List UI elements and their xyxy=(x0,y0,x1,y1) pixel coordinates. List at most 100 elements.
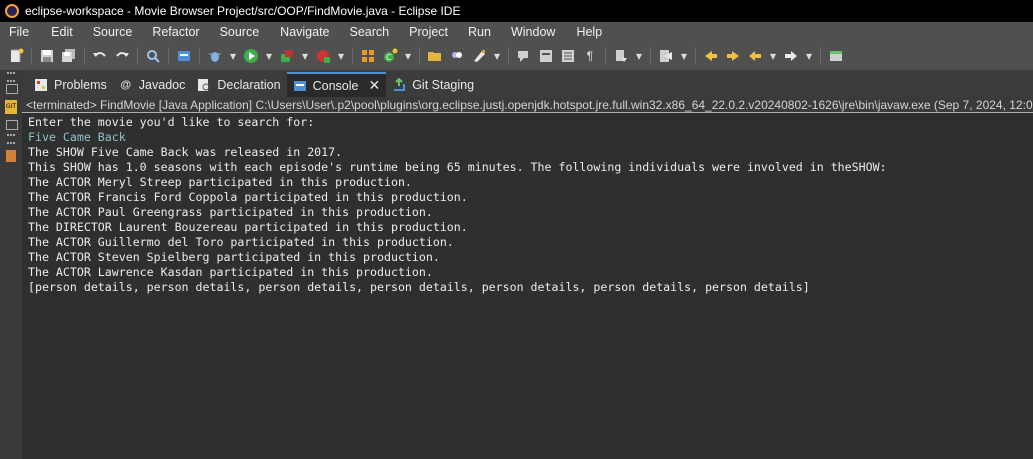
drag-handle-icon[interactable] xyxy=(7,72,15,82)
bottom-panel-tabs: Problems @ Javadoc Declaration Console ✕… xyxy=(22,70,1033,97)
package-icon[interactable] xyxy=(360,48,376,64)
pilcrow-icon[interactable]: ¶ xyxy=(582,48,598,64)
tab-label: Console xyxy=(312,78,359,93)
redo-icon[interactable] xyxy=(114,48,130,64)
toolbar-separator xyxy=(820,47,821,65)
javadoc-icon: @ xyxy=(120,78,132,91)
chevron-down-icon[interactable]: ▾ xyxy=(635,48,643,64)
toolbar-separator xyxy=(168,47,169,65)
tab-problems[interactable]: Problems xyxy=(28,72,113,97)
menu-run[interactable]: Run xyxy=(468,25,491,39)
console-output[interactable]: Enter the movie you'd like to search for… xyxy=(22,114,1033,459)
close-icon[interactable]: ✕ xyxy=(368,77,380,94)
console-line: The SHOW Five Came Back was released in … xyxy=(28,145,343,159)
toolbar-separator xyxy=(84,47,85,65)
tab-console[interactable]: Console ✕ xyxy=(286,72,387,97)
left-trim-bar: GIT xyxy=(0,70,22,459)
toolbar-separator xyxy=(508,47,509,65)
console-line: The ACTOR Meryl Streep participated in t… xyxy=(28,175,412,189)
drag-handle-icon-2[interactable] xyxy=(7,134,15,144)
chevron-down-icon[interactable]: ▾ xyxy=(265,48,273,64)
toolbar-separator xyxy=(199,47,200,65)
restore-icon[interactable] xyxy=(6,84,18,94)
save-icon[interactable] xyxy=(39,48,55,64)
annotation-icon[interactable] xyxy=(516,48,532,64)
terminal-icon[interactable] xyxy=(828,48,844,64)
menu-edit[interactable]: Edit xyxy=(51,25,73,39)
tab-javadoc[interactable]: @ Javadoc xyxy=(113,72,192,97)
restore-icon-2[interactable] xyxy=(6,120,18,130)
next-annotation-icon[interactable] xyxy=(613,48,629,64)
coverage-icon[interactable] xyxy=(279,48,295,64)
toolbar-separator xyxy=(695,47,696,65)
chevron-down-icon[interactable]: ▾ xyxy=(229,48,237,64)
console-prompt: Enter the movie you'd like to search for… xyxy=(28,115,315,129)
brush-icon[interactable] xyxy=(471,48,487,64)
console-line: The DIRECTOR Laurent Bouzereau participa… xyxy=(28,220,468,234)
git-staging-icon xyxy=(392,77,406,92)
chevron-down-icon[interactable]: ▾ xyxy=(680,48,688,64)
svg-text:C: C xyxy=(386,53,392,62)
menu-source[interactable]: Source xyxy=(93,25,133,39)
tab-label: Javadoc xyxy=(138,77,186,92)
menu-bar: File Edit Source Refactor Source Navigat… xyxy=(0,22,1033,42)
back-icon[interactable] xyxy=(747,48,763,64)
toolbar-separator xyxy=(605,47,606,65)
console-line: [person details, person details, person … xyxy=(28,280,810,294)
tab-git-staging[interactable]: Git Staging xyxy=(386,72,480,97)
console-view-icon[interactable] xyxy=(176,48,192,64)
next-annotation-2-icon[interactable] xyxy=(725,48,741,64)
console-input[interactable]: Five Came Back xyxy=(28,130,126,144)
menu-refactor[interactable]: Refactor xyxy=(152,25,199,39)
chevron-down-icon[interactable]: ▾ xyxy=(493,48,501,64)
tab-label: Declaration xyxy=(217,77,281,92)
console-line: The ACTOR Steven Spielberg participated … xyxy=(28,250,440,264)
toolbar-separator xyxy=(137,47,138,65)
tab-declaration[interactable]: Declaration xyxy=(191,72,286,97)
toolbar-separator xyxy=(419,47,420,65)
prev-annotation-icon[interactable] xyxy=(703,48,719,64)
chevron-down-icon[interactable]: ▾ xyxy=(404,48,412,64)
stop-icon[interactable] xyxy=(315,48,331,64)
toolbar-separator xyxy=(31,47,32,65)
tab-label: Git Staging xyxy=(412,77,475,92)
declaration-icon xyxy=(197,78,211,92)
tab-label: Problems xyxy=(54,77,107,92)
outline-icon[interactable] xyxy=(6,150,16,162)
undo-icon[interactable] xyxy=(92,48,108,64)
menu-file[interactable]: File xyxy=(9,25,29,39)
toolbar-separator xyxy=(650,47,651,65)
open-type-icon[interactable] xyxy=(449,48,465,64)
chevron-down-icon[interactable]: ▾ xyxy=(301,48,309,64)
new-icon[interactable] xyxy=(8,48,24,64)
menu-source-2[interactable]: Source xyxy=(220,25,260,39)
console-line: The ACTOR Paul Greengrass participated i… xyxy=(28,205,433,219)
window-title: eclipse-workspace - Movie Browser Projec… xyxy=(25,4,461,18)
menu-window[interactable]: Window xyxy=(511,25,555,39)
console-status-line: <terminated> FindMovie [Java Application… xyxy=(22,97,1033,113)
forward-icon[interactable] xyxy=(783,48,799,64)
chevron-down-icon[interactable]: ▾ xyxy=(769,48,777,64)
title-bar: eclipse-workspace - Movie Browser Projec… xyxy=(0,0,1033,22)
new-class-icon[interactable]: C xyxy=(382,48,398,64)
eclipse-icon xyxy=(5,4,19,18)
run-icon[interactable] xyxy=(243,48,259,64)
console-line: The ACTOR Guillermo del Toro participate… xyxy=(28,235,454,249)
mark-occurrences-icon[interactable] xyxy=(538,48,554,64)
folder-open-icon[interactable] xyxy=(427,48,443,64)
console-line: The ACTOR Lawrence Kasdan participated i… xyxy=(28,265,433,279)
menu-navigate[interactable]: Navigate xyxy=(280,25,329,39)
menu-help[interactable]: Help xyxy=(576,25,602,39)
console-line: This SHOW has 1.0 seasons with each epis… xyxy=(28,160,887,174)
toggle-block-icon[interactable] xyxy=(560,48,576,64)
chevron-down-icon[interactable]: ▾ xyxy=(805,48,813,64)
chevron-down-icon[interactable]: ▾ xyxy=(337,48,345,64)
search-icon[interactable] xyxy=(145,48,161,64)
git-repositories-icon[interactable]: GIT xyxy=(5,100,17,114)
menu-project[interactable]: Project xyxy=(409,25,448,39)
debug-icon[interactable] xyxy=(207,48,223,64)
menu-search[interactable]: Search xyxy=(350,25,390,39)
toolbar-separator xyxy=(352,47,353,65)
prev-edit-icon[interactable] xyxy=(658,48,674,64)
save-all-icon[interactable] xyxy=(61,48,77,64)
